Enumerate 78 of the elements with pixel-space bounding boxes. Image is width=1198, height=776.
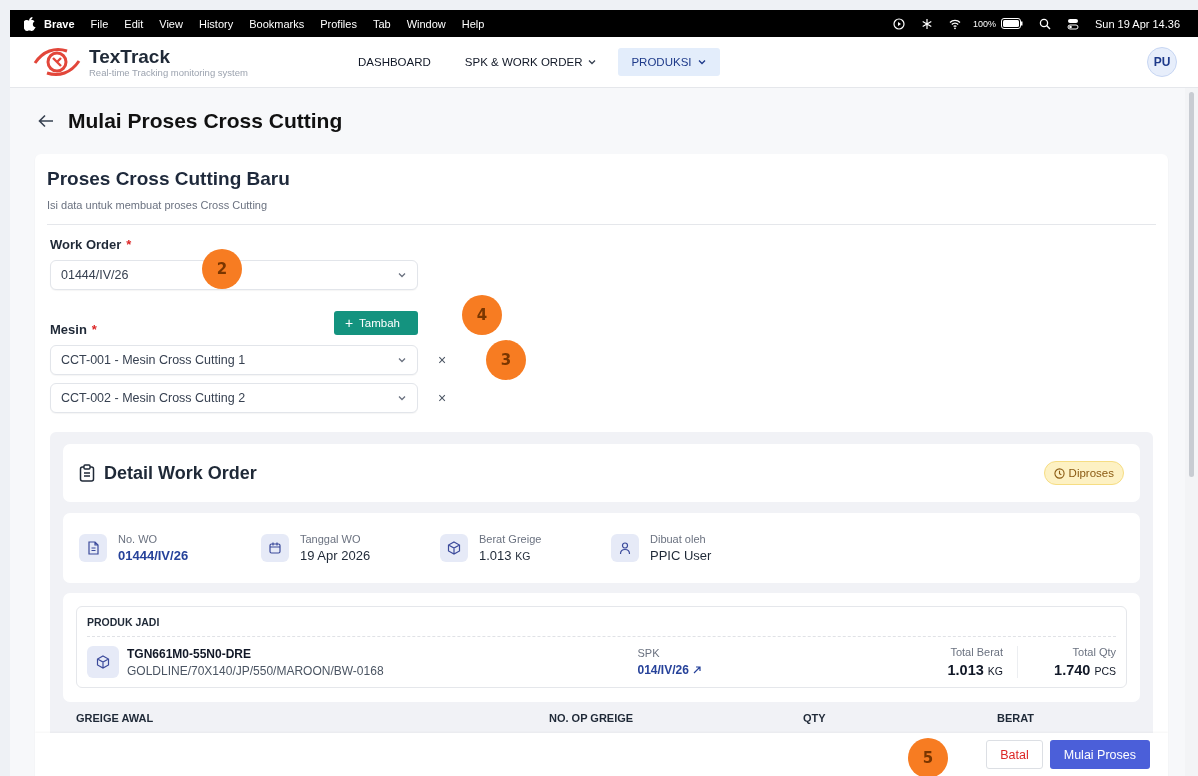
menu-item[interactable]: Bookmarks bbox=[241, 17, 313, 30]
status-badge: Diproses bbox=[1043, 461, 1124, 485]
menu-item[interactable]: Help bbox=[453, 17, 493, 30]
battery-percentage: 100% bbox=[971, 18, 997, 29]
total-label: Total Berat bbox=[949, 646, 1003, 658]
app-menu[interactable]: Brave bbox=[36, 17, 83, 30]
remove-button[interactable]: × bbox=[435, 390, 450, 406]
spk-label: SPK bbox=[637, 647, 661, 659]
eye-logo-icon bbox=[33, 45, 81, 79]
form-title: Proses Cross Cutting Baru bbox=[47, 168, 291, 190]
add-machine-button[interactable]: + Tambah bbox=[333, 311, 418, 335]
info-value: 1.013 KG bbox=[479, 548, 532, 563]
product-code: TGN661M0-55N0-DRE bbox=[127, 646, 253, 661]
chevron-down-icon bbox=[397, 270, 407, 280]
battery-icon[interactable] bbox=[1001, 18, 1023, 29]
cube-icon bbox=[95, 654, 111, 670]
nav-tab[interactable]: PRODUKSI bbox=[618, 48, 720, 76]
column-header: BERAT bbox=[997, 712, 1035, 724]
page-title: Mulai Proses Cross Cutting bbox=[68, 109, 343, 133]
chevron-down-icon bbox=[397, 393, 407, 403]
external-link-icon bbox=[692, 666, 701, 674]
column-header: NO. OP GREIGE bbox=[549, 712, 635, 724]
search-icon[interactable] bbox=[1039, 17, 1051, 30]
play-icon[interactable] bbox=[892, 17, 905, 30]
total-value: 1.740 PCS bbox=[1053, 662, 1116, 678]
menu-item[interactable]: View bbox=[151, 17, 191, 30]
menu-item[interactable]: Edit bbox=[116, 17, 152, 30]
cube-icon bbox=[446, 540, 462, 556]
machine-select[interactable]: CCT-002 - Mesin Cross Cutting 2 bbox=[50, 383, 418, 413]
required-mark: * bbox=[126, 237, 132, 252]
brand-name: TexTrack bbox=[89, 46, 171, 67]
machine-select[interactable]: CCT-001 - Mesin Cross Cutting 1 bbox=[50, 345, 418, 375]
nav-tab[interactable]: SPK & WORK ORDER bbox=[451, 48, 611, 76]
start-process-button[interactable]: Mulai Proses bbox=[1049, 740, 1150, 769]
total-label: Total Qty bbox=[1071, 646, 1116, 658]
scrollbar[interactable] bbox=[1185, 88, 1198, 776]
chevron-down-icon bbox=[587, 57, 598, 67]
remove-button[interactable]: × bbox=[435, 352, 450, 368]
info-label: No. WO bbox=[118, 533, 159, 545]
menubar-clock[interactable]: Sun 19 Apr 14.36 bbox=[1087, 17, 1188, 30]
user-avatar[interactable]: PU bbox=[1147, 47, 1177, 77]
menu-item[interactable]: Tab bbox=[364, 17, 399, 30]
form-subtitle: Isi data untuk membuat proses Cross Cutting bbox=[47, 199, 269, 211]
menu-item[interactable]: File bbox=[82, 17, 117, 30]
back-arrow-icon[interactable] bbox=[38, 114, 54, 128]
menu-item[interactable]: Window bbox=[398, 17, 454, 30]
menu-item[interactable]: History bbox=[190, 17, 242, 30]
total-value: 1.013 KG bbox=[947, 662, 1003, 678]
field-label: Work Order bbox=[50, 237, 122, 252]
toggle-switches-icon[interactable] bbox=[1067, 17, 1079, 30]
info-label: Tanggal WO bbox=[300, 533, 362, 545]
calendar-icon bbox=[267, 540, 283, 556]
snowflake-icon[interactable] bbox=[920, 17, 933, 30]
brand-tagline: Real-time Tracking monitoring system bbox=[89, 66, 248, 78]
section-heading: PRODUK JADI bbox=[87, 616, 1116, 637]
column-header: QTY bbox=[803, 712, 827, 724]
clock-icon bbox=[1053, 467, 1065, 479]
chevron-down-icon bbox=[397, 355, 407, 365]
column-header: GREIGE AWAL bbox=[76, 712, 155, 724]
field-label: Mesin bbox=[50, 322, 87, 337]
document-icon bbox=[85, 540, 101, 556]
menu-item[interactable]: Profiles bbox=[312, 17, 365, 30]
nav-tab[interactable]: DASHBOARD bbox=[345, 48, 444, 76]
wifi-icon[interactable] bbox=[948, 17, 961, 30]
clipboard-icon bbox=[79, 464, 95, 482]
work-order-link[interactable]: 01444/IV/26 bbox=[118, 548, 189, 563]
info-value: PPIC User bbox=[650, 548, 712, 563]
product-description: GOLDLINE/70X140/JP/550/MAROON/BW-0168 bbox=[127, 663, 384, 678]
cancel-button[interactable]: Batal bbox=[986, 740, 1043, 769]
spk-link[interactable]: 014/IV/26 bbox=[637, 663, 934, 677]
detail-title: Detail Work Order bbox=[104, 462, 257, 484]
chevron-down-icon bbox=[696, 57, 707, 67]
info-label: Dibuat oleh bbox=[650, 533, 707, 545]
info-value: 19 Apr 2026 bbox=[300, 548, 371, 563]
info-label: Berat Greige bbox=[479, 533, 542, 545]
required-mark: * bbox=[91, 322, 97, 337]
apple-icon bbox=[24, 16, 36, 31]
person-icon bbox=[617, 540, 633, 556]
